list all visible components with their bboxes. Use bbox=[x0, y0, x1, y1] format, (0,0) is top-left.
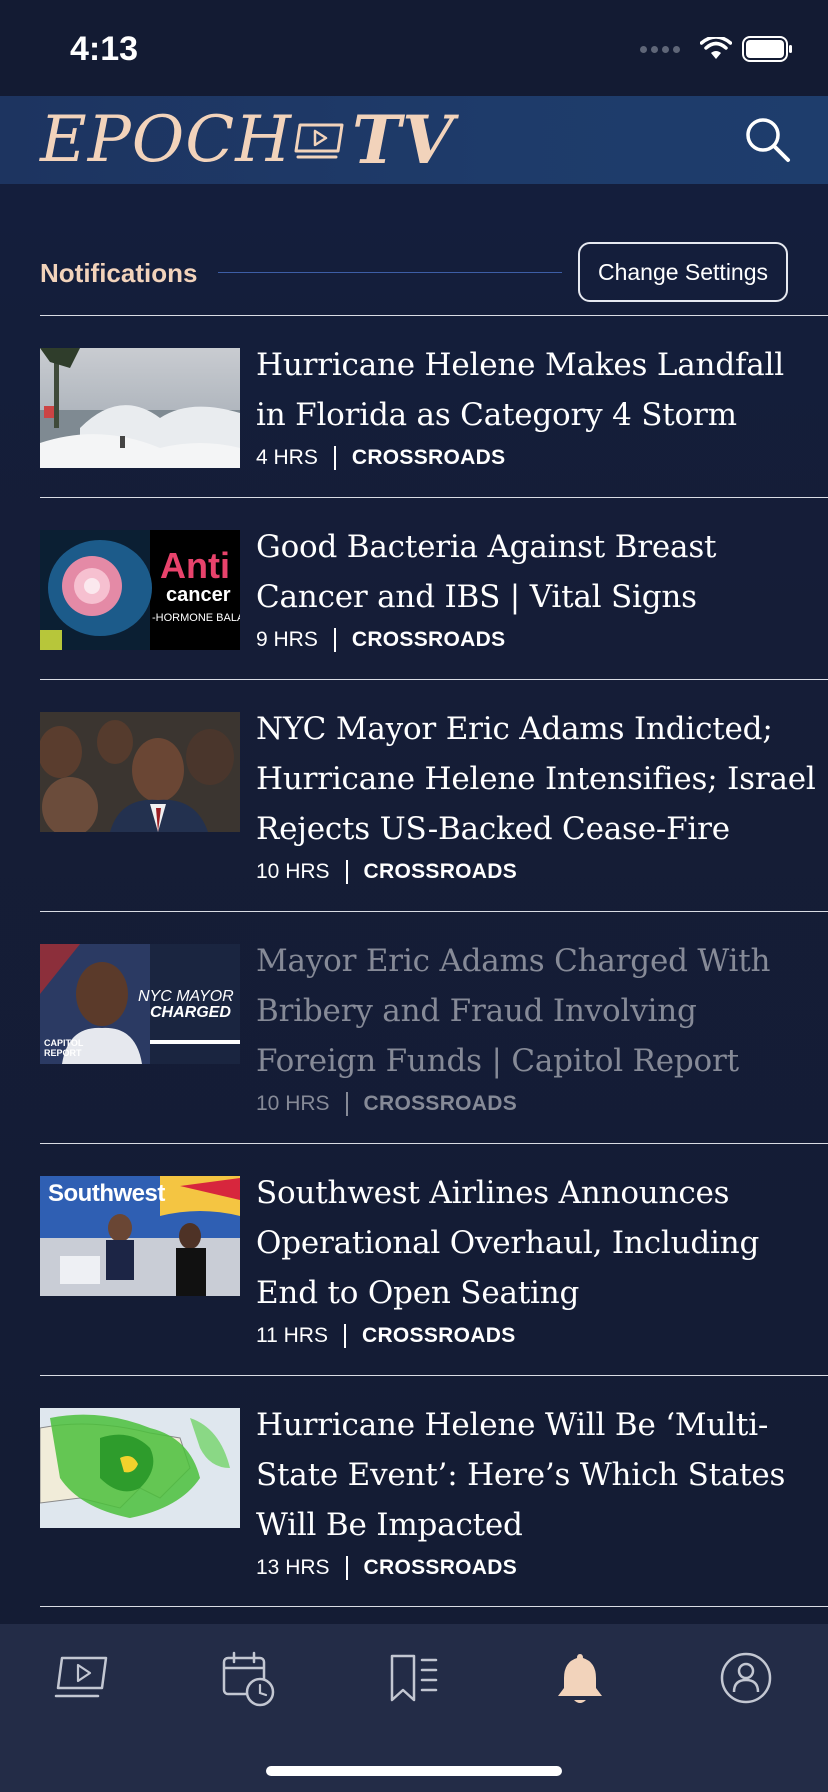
item-text: NYC Mayor Eric Adams Indicted; Hurricane… bbox=[256, 704, 816, 884]
item-show: CROSSROADS bbox=[363, 1092, 518, 1115]
profile-icon[interactable] bbox=[716, 1648, 776, 1708]
battery-icon bbox=[742, 36, 792, 62]
notifications-title: Notifications bbox=[40, 258, 198, 288]
list-item[interactable]: NYC MAYOR CHARGED CAPITOL REPORT Mayor E… bbox=[40, 911, 828, 1143]
item-title: Mayor Eric Adams Charged With Bribery an… bbox=[256, 943, 771, 1079]
item-text: Hurricane Helene Will Be ‘Multi-State Ev… bbox=[256, 1400, 816, 1580]
item-show: CROSSROADS bbox=[351, 446, 506, 469]
meta-divider bbox=[345, 1556, 348, 1580]
thumb-text-cancer: cancer bbox=[166, 584, 231, 606]
thumb-text-capitol-report: CAPITOL REPORT bbox=[44, 1038, 84, 1058]
item-time: 11 HRS bbox=[256, 1324, 328, 1347]
item-title: Southwest Airlines Announces Operational… bbox=[256, 1175, 760, 1311]
item-title: Hurricane Helene Makes Landfall in Flori… bbox=[256, 347, 784, 433]
item-time: 9 HRS bbox=[256, 628, 318, 651]
signal-icon bbox=[640, 45, 680, 53]
video-icon[interactable] bbox=[52, 1648, 112, 1708]
meta-divider bbox=[345, 1092, 348, 1116]
item-text: Good Bacteria Against Breast Cancer and … bbox=[256, 522, 816, 652]
logo-tv-icon bbox=[294, 123, 344, 159]
item-show: CROSSROADS bbox=[363, 1556, 518, 1579]
item-title: NYC Mayor Eric Adams Indicted; Hurricane… bbox=[256, 711, 816, 847]
status-icons bbox=[640, 36, 794, 62]
list-item[interactable]: Hurricane Helene Makes Landfall in Flori… bbox=[40, 315, 828, 497]
thumbnail-capitol-report: NYC MAYOR CHARGED CAPITOL REPORT bbox=[40, 944, 240, 1064]
thumb-text-charged: CHARGED bbox=[150, 1004, 231, 1021]
status-bar: 4:13 bbox=[0, 0, 828, 96]
list-item[interactable]: Hurricane Helene Will Be ‘Multi-State Ev… bbox=[40, 1375, 828, 1607]
notifications-header: Notifications Change Settings bbox=[40, 242, 788, 302]
home-indicator[interactable] bbox=[266, 1766, 562, 1776]
notifications-icon[interactable] bbox=[550, 1648, 610, 1708]
item-text: Hurricane Helene Makes Landfall in Flori… bbox=[256, 340, 816, 470]
thumb-text-anti: Anti bbox=[160, 545, 230, 586]
list-item[interactable]: Anti cancer -HORMONE BALANCE- Good Bacte… bbox=[40, 497, 828, 679]
item-text: Southwest Airlines Announces Operational… bbox=[256, 1168, 816, 1348]
item-text: Mayor Eric Adams Charged With Bribery an… bbox=[256, 936, 816, 1116]
item-time: 10 HRS bbox=[256, 860, 330, 883]
meta-divider bbox=[333, 446, 336, 470]
list-item[interactable]: NYC Mayor Eric Adams Indicted; Hurricane… bbox=[40, 679, 828, 911]
item-title: Good Bacteria Against Breast Cancer and … bbox=[256, 529, 717, 615]
wifi-icon bbox=[700, 37, 732, 59]
search-icon[interactable] bbox=[742, 114, 794, 166]
meta-divider bbox=[345, 860, 348, 884]
item-time: 10 HRS bbox=[256, 1092, 330, 1115]
thumbnail-hurricane-landfall bbox=[40, 348, 240, 468]
item-meta: 10 HRS CROSSROADS bbox=[256, 860, 816, 884]
item-show: CROSSROADS bbox=[363, 860, 518, 883]
thumb-text-southwest: Southwest bbox=[48, 1180, 165, 1207]
logo-tv-text: TV bbox=[352, 101, 455, 179]
item-meta: 10 HRS CROSSROADS bbox=[256, 1092, 816, 1116]
notification-list: Hurricane Helene Makes Landfall in Flori… bbox=[40, 315, 828, 1607]
meta-divider bbox=[333, 628, 336, 652]
item-meta: 4 HRS CROSSROADS bbox=[256, 446, 816, 470]
thumbnail-vital-signs: Anti cancer -HORMONE BALANCE- bbox=[40, 530, 240, 650]
item-show: CROSSROADS bbox=[361, 1324, 516, 1347]
list-item[interactable]: Southwest Southwest Airlines Announces O… bbox=[40, 1143, 828, 1375]
item-meta: 11 HRS CROSSROADS bbox=[256, 1324, 816, 1348]
epoch-tv-logo[interactable]: EPOCH TV bbox=[40, 101, 455, 179]
divider bbox=[218, 272, 562, 273]
logo-epoch-text: EPOCH bbox=[40, 103, 293, 177]
status-time: 4:13 bbox=[70, 30, 139, 68]
schedule-icon[interactable] bbox=[218, 1648, 278, 1708]
saved-icon[interactable] bbox=[384, 1648, 444, 1708]
app-header: EPOCH TV bbox=[0, 96, 828, 184]
notifications-screen: Notifications Change Settings Hurricane … bbox=[0, 184, 828, 1624]
meta-divider bbox=[343, 1324, 346, 1348]
item-time: 13 HRS bbox=[256, 1556, 330, 1579]
thumb-text-hormone: -HORMONE BALANCE- bbox=[152, 612, 240, 624]
thumbnail-weather-map bbox=[40, 1408, 240, 1528]
item-title: Hurricane Helene Will Be ‘Multi-State Ev… bbox=[256, 1407, 786, 1543]
item-meta: 9 HRS CROSSROADS bbox=[256, 628, 816, 652]
thumbnail-southwest: Southwest bbox=[40, 1176, 240, 1296]
change-settings-button[interactable]: Change Settings bbox=[578, 242, 788, 302]
item-show: CROSSROADS bbox=[351, 628, 506, 651]
thumbnail-eric-adams-indicted bbox=[40, 712, 240, 832]
item-time: 4 HRS bbox=[256, 446, 318, 469]
item-meta: 13 HRS CROSSROADS bbox=[256, 1556, 816, 1580]
